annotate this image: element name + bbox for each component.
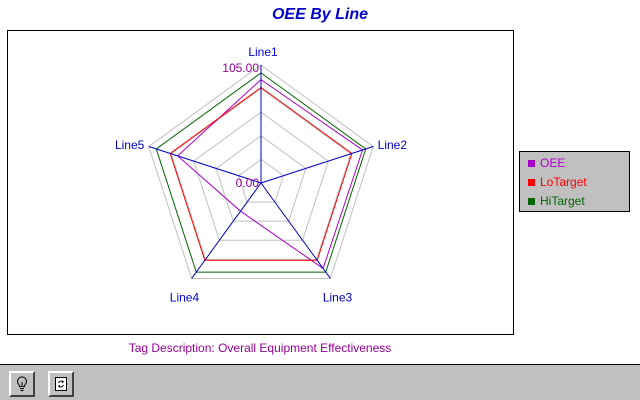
legend-label-hitarget: HiTarget	[540, 194, 585, 208]
legend-item-oee: OEE	[528, 156, 565, 170]
axis-line3	[260, 182, 331, 279]
plot-area: Line1 Line2 Line3 Line4 Line5 105.00 0.00	[7, 30, 514, 335]
legend-label-oee: OEE	[540, 156, 566, 170]
legend-item-hitarget: HiTarget	[528, 194, 585, 208]
scale-min-label: 0.00	[236, 176, 260, 190]
toolbar	[0, 364, 640, 400]
legend: OEE LoTarget HiTarget	[519, 151, 630, 212]
category-label-line3: Line3	[323, 290, 353, 304]
legend-swatch-lotarget	[528, 178, 535, 186]
chart-title: OEE By Line	[271, 6, 369, 23]
axis-line4	[191, 182, 262, 279]
category-label-line1: Line1	[248, 45, 278, 59]
legend-item-lotarget: LoTarget	[528, 175, 587, 189]
legend-label-lotarget: LoTarget	[540, 175, 587, 189]
legend-swatch-oee	[528, 159, 535, 167]
lightbulb-icon	[16, 376, 28, 391]
radar-chart: Line1 Line2 Line3 Line4 Line5 105.00 0.00	[115, 45, 408, 304]
category-label-line5: Line5	[115, 138, 145, 152]
category-label-line2: Line2	[378, 138, 408, 152]
tag-description: Tag Description: Overall Equipment Effec…	[128, 341, 392, 355]
category-label-line4: Line4	[170, 290, 200, 304]
scale-max-label: 105.00	[222, 61, 259, 75]
lightbulb-button[interactable]	[9, 371, 35, 397]
refresh-button[interactable]	[48, 371, 74, 397]
legend-swatch-hitarget	[528, 197, 535, 205]
refresh-icon	[55, 377, 67, 391]
